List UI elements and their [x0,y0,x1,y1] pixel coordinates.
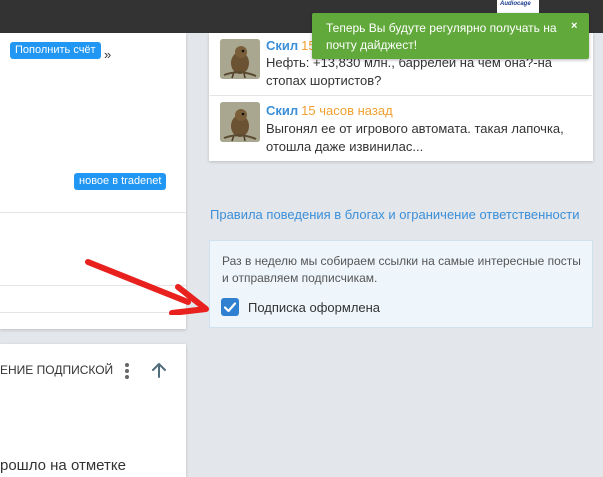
comment-author[interactable]: Скил 15 [266,38,316,53]
blog-rules-link[interactable]: Правила поведения в блогах и ограничение… [210,207,579,222]
red-arrow-annotation [85,259,209,315]
comment-item[interactable]: Скил 15 часов назад Выгонял ее от игровог… [210,97,592,159]
subscribe-checkbox-label[interactable]: Подписка оформлена [248,300,380,315]
arrow-up-icon[interactable] [149,360,169,380]
topup-button[interactable]: Пополнить счёт [10,42,101,59]
toast-notification: Теперь Вы будуте регулярно получать на п… [312,13,589,59]
toast-message: Теперь Вы будуте регулярно получать на п… [326,21,557,52]
subscribe-description: Раз в неделю мы собираем ссылки на самые… [222,254,581,285]
avatar[interactable] [220,39,260,79]
divider [210,95,592,96]
comment-text[interactable]: Нефть: +13,830 млн., баррелей на чем она… [266,54,584,90]
comment-time: 15 часов назад [301,103,393,118]
close-icon[interactable]: × [571,20,577,32]
subscription-card-text: рошло на отметке [0,457,126,474]
bird-avatar-icon [220,102,260,142]
feed-text-fragment: » [104,47,112,62]
divider [0,212,186,213]
subscription-card-title: ЕНИЕ ПОДПИСКОЙ [0,363,114,377]
subscribe-box: Раз в неделю мы собираем ссылки на самые… [209,240,593,328]
tradenet-badge[interactable]: новое в tradenet [74,173,167,190]
more-vertical-icon[interactable] [124,362,130,380]
comment-author[interactable]: Скил 15 часов назад [266,103,393,118]
checkmark-icon [223,302,237,313]
comment-text[interactable]: Выгонял ее от игрового автомата. такая л… [266,120,584,156]
subscribe-checkbox[interactable] [221,298,239,316]
avatar[interactable] [220,102,260,142]
bird-avatar-icon [220,39,260,79]
ad-text: Audiocage [500,1,531,7]
